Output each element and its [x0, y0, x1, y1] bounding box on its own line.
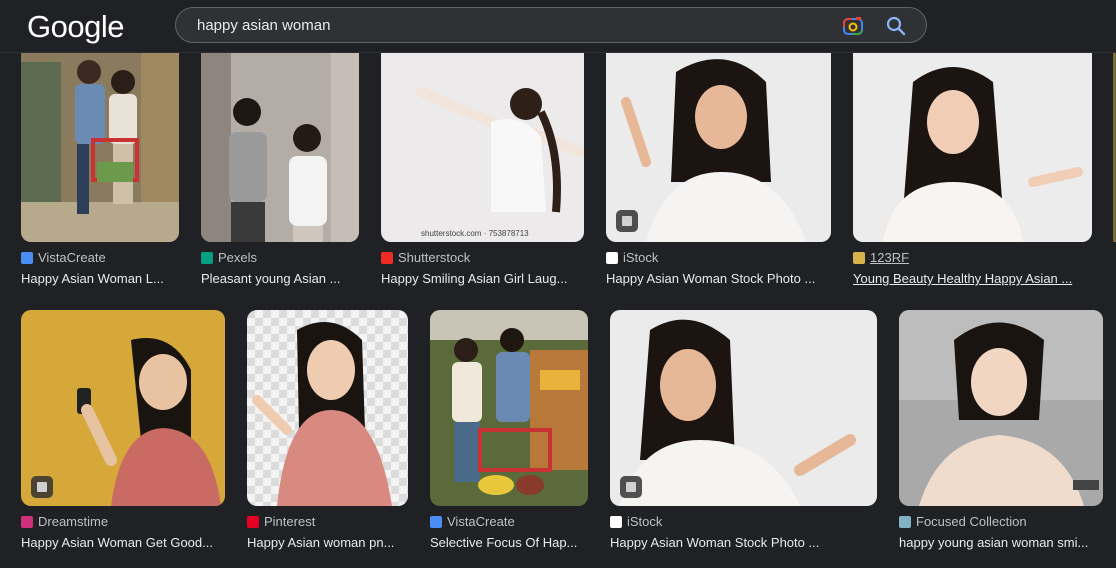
image-badge-icon: [620, 476, 642, 498]
result-source[interactable]: Shutterstock: [381, 250, 470, 265]
search-icon[interactable]: [885, 15, 907, 37]
result-title[interactable]: Happy Asian Woman L...: [21, 271, 179, 286]
result-title[interactable]: Happy Smiling Asian Girl Laug...: [381, 271, 584, 286]
result-image[interactable]: [21, 310, 225, 506]
result-image[interactable]: [21, 42, 179, 242]
site-favicon-icon: [381, 251, 393, 264]
result-image[interactable]: [853, 42, 1092, 242]
site-favicon-icon: [899, 515, 911, 528]
result-title[interactable]: Happy Asian Woman Stock Photo ...: [606, 271, 831, 286]
search-box[interactable]: happy asian woman: [175, 7, 927, 43]
image-badge-icon: [31, 476, 53, 498]
result-source[interactable]: VistaCreate: [21, 250, 106, 265]
result-image[interactable]: [610, 310, 877, 506]
result-title[interactable]: Happy Asian Woman Stock Photo ...: [610, 535, 877, 550]
result-source[interactable]: VistaCreate: [430, 514, 515, 529]
site-favicon-icon: [853, 251, 865, 264]
result-title[interactable]: Happy Asian woman pn...: [247, 535, 408, 550]
site-favicon-icon: [21, 515, 33, 528]
google-logo[interactable]: Google: [27, 8, 124, 46]
result-image[interactable]: [430, 310, 588, 506]
watermark-text: shutterstock.com · 753878713: [421, 229, 529, 238]
result-image[interactable]: [247, 310, 408, 506]
result-source[interactable]: Dreamstime: [21, 514, 108, 529]
result-source[interactable]: iStock: [606, 250, 658, 265]
site-favicon-icon: [430, 515, 442, 528]
site-favicon-icon: [21, 251, 33, 264]
header: Google happy asian woman: [0, 0, 1116, 53]
result-image[interactable]: [899, 310, 1103, 506]
result-source[interactable]: Pexels: [201, 250, 257, 265]
search-input[interactable]: happy asian woman: [197, 17, 330, 34]
result-title[interactable]: Young Beauty Healthy Happy Asian ...: [853, 271, 1092, 286]
site-favicon-icon: [606, 251, 618, 264]
site-favicon-icon: [201, 251, 213, 264]
image-badge-icon: [616, 210, 638, 232]
result-title[interactable]: Happy Asian Woman Get Good...: [21, 535, 225, 550]
result-source[interactable]: iStock: [610, 514, 662, 529]
result-source[interactable]: Focused Collection: [899, 514, 1027, 529]
result-source[interactable]: Pinterest: [247, 514, 315, 529]
google-lens-icon[interactable]: [842, 15, 864, 37]
result-title[interactable]: Pleasant young Asian ...: [201, 271, 361, 286]
site-favicon-icon: [247, 515, 259, 528]
result-image[interactable]: shutterstock.com · 753878713: [381, 42, 584, 242]
result-title[interactable]: Selective Focus Of Hap...: [430, 535, 588, 550]
result-title[interactable]: happy young asian woman smi...: [899, 535, 1103, 550]
site-favicon-icon: [610, 515, 622, 528]
result-image[interactable]: [201, 42, 359, 242]
result-source[interactable]: 123RF: [853, 250, 909, 265]
result-image[interactable]: [606, 42, 831, 242]
